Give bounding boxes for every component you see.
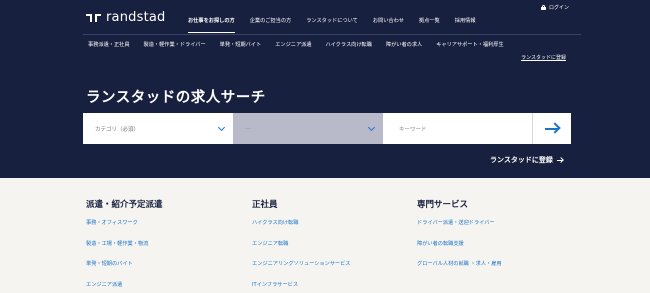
register-label: ランスタッドに登録 — [490, 156, 553, 164]
subcategory-placeholder: --- — [245, 125, 251, 132]
link-it-infra[interactable]: ITインフラサービス — [252, 281, 350, 293]
login-label: ログイン — [549, 5, 570, 11]
job-search-bar: カテゴリ（必須） --- キーワード — [83, 113, 571, 144]
logo-text: randstad — [106, 10, 166, 25]
randstad-logo-icon — [86, 13, 101, 23]
link-engineering-solutions[interactable]: エンジニアリングソリューションサービス — [252, 260, 350, 281]
sub-navigation: 事務派遣・正社員 製造・軽作業・ドライバー 単発・短期バイト エンジニア派遣 ハ… — [88, 41, 518, 48]
column-special: 専門サービス ドライバー派遣・送迎ドライバー 障がい者の転職支援 グローバル人材… — [417, 198, 502, 281]
link-high-class[interactable]: ハイクラス向け転職 — [252, 219, 350, 240]
search-submit-button[interactable] — [532, 113, 571, 144]
topnav-job-seekers[interactable]: お仕事をお探しの方 — [188, 17, 235, 33]
column-title: 正社員 — [252, 200, 278, 210]
column-title: 専門サービス — [417, 200, 469, 210]
link-disability-support[interactable]: 障がい者の転職支援 — [417, 240, 502, 261]
link-driver[interactable]: ドライバー派遣・送迎ドライバー — [417, 219, 502, 240]
subnav-high-class[interactable]: ハイクラス向け転職 — [326, 41, 372, 48]
link-office-work[interactable]: 事務・オフィスワーク — [86, 219, 163, 240]
link-engineer-career[interactable]: エンジニア転職 — [252, 240, 350, 261]
subnav-career-support[interactable]: キャリアサポート・福利厚生 — [436, 41, 503, 48]
arrow-right-icon — [545, 122, 561, 134]
link-engineer-dispatch[interactable]: エンジニア派遣 — [86, 281, 163, 293]
subnav-disability[interactable]: 障がい者の求人 — [386, 41, 422, 48]
hero-header: randstad ログイン お仕事をお探しの方 企業のご担当の方 ランスタッドに… — [0, 0, 650, 178]
subnav-manufacturing[interactable]: 製造・軽作業・ドライバー — [144, 41, 206, 48]
subcategory-select[interactable]: --- — [233, 113, 383, 144]
topnav-companies[interactable]: 企業のご担当の方 — [250, 17, 292, 33]
arrow-right-icon — [556, 156, 564, 163]
column-dispatch: 派遣・紹介予定派遣 事務・オフィスワーク 製造・工場・軽作業・物流 単発・短期の… — [86, 198, 163, 293]
top-navigation: お仕事をお探しの方 企業のご担当の方 ランスタッドについて お問い合わせ 拠点一… — [188, 17, 491, 33]
column-fulltime: 正社員 ハイクラス向け転職 エンジニア転職 エンジニアリングソリューションサービ… — [252, 198, 350, 293]
link-short-term[interactable]: 単発・短期のバイト — [86, 260, 163, 281]
topnav-about[interactable]: ランスタッドについて — [306, 17, 358, 33]
subnav-office[interactable]: 事務派遣・正社員 — [88, 41, 130, 48]
link-manufacturing[interactable]: 製造・工場・軽作業・物流 — [86, 240, 163, 261]
chevron-down-icon — [217, 123, 226, 132]
subnav-short-term[interactable]: 単発・短期バイト — [220, 41, 262, 48]
subnav-engineer[interactable]: エンジニア派遣 — [275, 41, 311, 48]
chevron-down-icon — [367, 123, 376, 132]
topnav-locations[interactable]: 拠点一覧 — [419, 17, 440, 33]
register-link-small[interactable]: ランスタッドに登録 — [521, 54, 566, 61]
register-link[interactable]: ランスタッドに登録 — [490, 155, 564, 165]
link-global-talent[interactable]: グローバル人材の就職 ・求人・雇用 — [417, 260, 502, 281]
keyword-placeholder: キーワード — [399, 126, 427, 133]
search-title: ランスタッドの求人サーチ — [86, 90, 266, 106]
lock-icon — [541, 5, 546, 10]
login-link[interactable]: ログイン — [541, 4, 569, 11]
category-placeholder: カテゴリ（必須） — [95, 126, 140, 133]
randstad-logo[interactable]: randstad — [86, 10, 166, 25]
column-title: 派遣・紹介予定派遣 — [86, 200, 163, 210]
keyword-input[interactable]: キーワード — [383, 113, 532, 144]
nav-divider — [83, 34, 581, 35]
category-select[interactable]: カテゴリ（必須） — [83, 113, 233, 144]
topnav-contact[interactable]: お問い合わせ — [373, 17, 404, 33]
topnav-careers[interactable]: 採用情報 — [455, 17, 476, 33]
